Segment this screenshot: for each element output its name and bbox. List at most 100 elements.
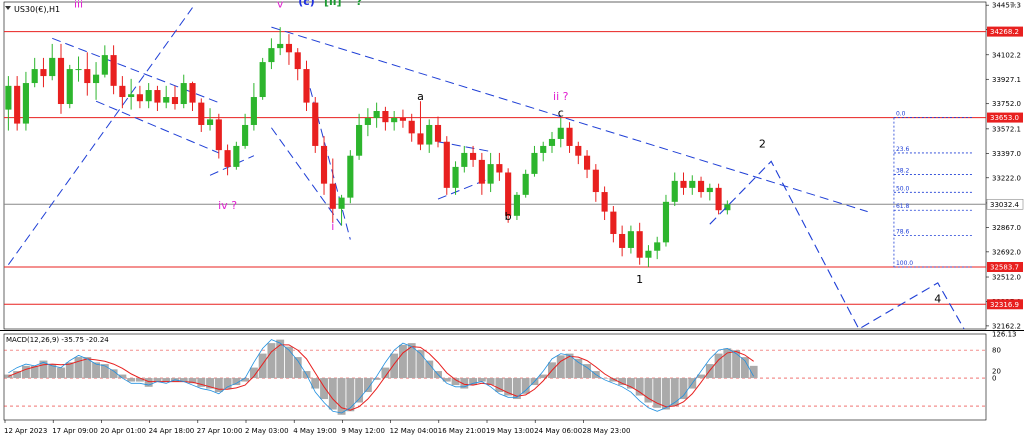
candle-body: [610, 211, 617, 234]
macd-histogram-bar: [732, 350, 741, 379]
candle-body: [92, 74, 100, 84]
macd-histogram-bar: [662, 378, 670, 410]
macd-histogram-bar: [258, 353, 267, 379]
macd-title: MACD(12,26,9) -35.75 -20.24: [6, 336, 109, 344]
candle-body: [180, 83, 187, 105]
candle-body: [382, 111, 389, 123]
candle-body: [40, 69, 47, 77]
price-tick-label: 32692.0: [992, 248, 1021, 256]
price-tick-label: 32162.2: [992, 322, 1021, 330]
wave-label: [ii]: [324, 0, 342, 8]
macd-histogram-bar: [21, 365, 30, 379]
candle-body: [592, 169, 599, 193]
time-tick-label: 17 Apr 09:00: [52, 427, 98, 435]
candle-body: [513, 194, 520, 216]
candle-body: [706, 187, 713, 193]
time-tick-label: 24 Apr 18:00: [149, 427, 195, 435]
macd-histogram-bar: [346, 378, 355, 412]
candle-body: [198, 102, 205, 125]
fib-level-label: 38.2: [896, 168, 910, 175]
chart-root: 34457.334282.134102.233927.133752.033572…: [0, 0, 1024, 441]
wave-label: 2: [759, 137, 766, 150]
macd-histogram-bar: [390, 353, 399, 379]
candle-body: [601, 192, 608, 212]
macd-histogram-bar: [521, 378, 530, 394]
level-price-tag-label: 34268.2: [990, 28, 1019, 36]
time-tick-label: 20 Apr 01:00: [100, 427, 146, 435]
candle-body: [426, 124, 433, 145]
candle-body: [496, 164, 503, 173]
level-price-tag-label: 33653.0: [990, 114, 1019, 122]
candle-body: [206, 119, 214, 125]
candle-body: [285, 43, 293, 53]
candle-body: [294, 52, 301, 70]
wave-label: iii: [74, 0, 83, 11]
candle-body: [478, 159, 485, 184]
macd-histogram-bar: [144, 378, 153, 387]
time-tick-label: 4 May 19:00: [293, 427, 337, 435]
macd-histogram-bar: [153, 378, 162, 382]
candle-body: [189, 83, 196, 103]
macd-histogram-bar: [127, 378, 136, 382]
wave-label: 4: [934, 292, 941, 305]
macd-histogram-bar: [285, 346, 293, 379]
candle-body: [145, 90, 152, 102]
fib-level-label: 78.6: [896, 228, 910, 235]
wave-label: b: [505, 210, 512, 223]
wave-label: c: [558, 107, 564, 120]
time-tick-label: 24 May 06:00: [534, 427, 582, 435]
candle-body: [101, 55, 108, 75]
wave-label: 1: [636, 273, 643, 286]
candle-body: [171, 97, 179, 105]
time-tick-label: 12 Apr 2023: [4, 427, 47, 435]
background: [0, 0, 1024, 441]
candle-body: [373, 111, 380, 118]
macd-axis-label: 20: [992, 368, 1001, 376]
candle-body: [548, 138, 556, 146]
wave-label: v: [277, 0, 284, 11]
candle-body: [724, 204, 731, 211]
candle-body: [531, 152, 538, 174]
candle-body: [671, 180, 678, 202]
macd-histogram-bar: [425, 360, 434, 379]
price-tick-label: 32512.0: [992, 274, 1021, 282]
macd-histogram-bar: [328, 378, 337, 410]
fib-level-label: 50.0: [896, 185, 910, 192]
candle-body: [522, 173, 529, 195]
candle-body: [329, 183, 336, 209]
candle-body: [57, 57, 65, 105]
price-tick-label: 32867.0: [992, 224, 1021, 232]
macd-histogram-bar: [416, 350, 425, 379]
candle-body: [277, 43, 284, 49]
candle-body: [356, 124, 363, 156]
candle-body: [119, 85, 126, 98]
candle-body: [233, 145, 240, 167]
level-price-tag-label: 33032.4: [990, 201, 1019, 209]
price-tick-label: 33572.1: [992, 125, 1021, 133]
candle-body: [566, 127, 573, 146]
chart-title: US30(€),H1: [14, 5, 60, 14]
candle-body: [654, 242, 661, 251]
macd-histogram-bar: [477, 378, 486, 382]
candle-body: [470, 152, 477, 160]
candle-body: [575, 145, 582, 156]
fib-level-label: 100.0: [896, 260, 913, 267]
time-tick-label: 9 May 12:00: [341, 427, 385, 435]
candle-body: [443, 141, 450, 188]
candle-body: [391, 117, 398, 123]
macd-axis-label: 0: [992, 375, 996, 383]
price-tick-label: 33927.1: [992, 76, 1021, 84]
candle-body: [434, 124, 442, 142]
candle-body: [66, 69, 73, 105]
wave-label: i: [331, 220, 334, 233]
candle-body: [128, 94, 135, 98]
candle-body: [22, 83, 29, 124]
level-price-tag-label: 32583.7: [990, 263, 1019, 271]
macd-histogram-bar: [670, 378, 679, 407]
macd-histogram-bar: [214, 378, 223, 393]
time-tick-label: 27 Apr 10:00: [197, 427, 243, 435]
wave-label: ii ?: [553, 90, 569, 103]
candle-body: [452, 166, 459, 188]
macd-histogram-bar: [162, 378, 171, 382]
candle-body: [583, 155, 591, 170]
